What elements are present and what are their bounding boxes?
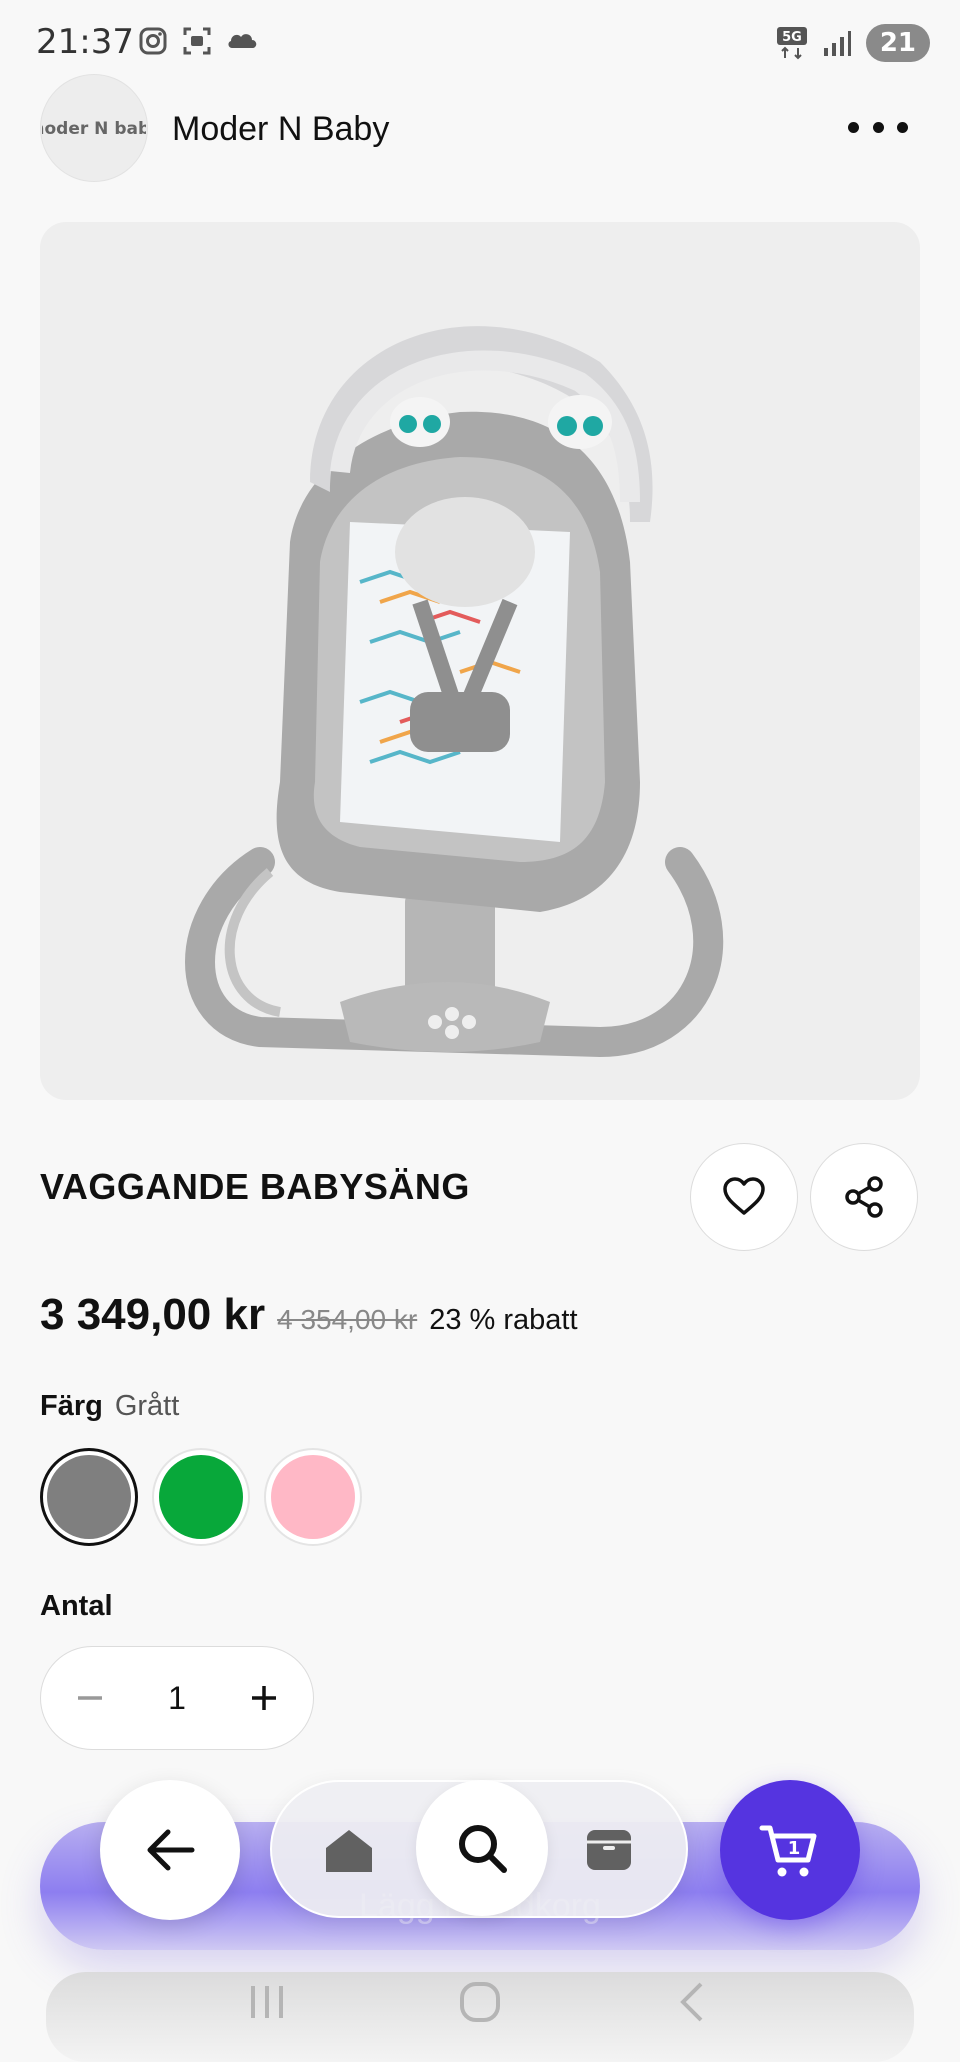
store-logo[interactable]: moder N baby [40, 74, 148, 182]
cart-icon: 1 [759, 1825, 817, 1877]
instagram-icon [139, 27, 167, 55]
network-5g-icon: 5G [776, 27, 807, 60]
battery-indicator: 21 [865, 24, 930, 62]
product-title: VAGGANDE BABYSÄNG [40, 1166, 470, 1207]
store-name[interactable]: Moder N Baby [172, 110, 389, 149]
color-label-row: Färg Grått [40, 1390, 179, 1423]
color-label: Färg [40, 1390, 103, 1422]
price-current: 3 349,00 kr [40, 1290, 266, 1339]
search-button[interactable] [416, 1780, 548, 1916]
price-original: 4 354,00 kr [277, 1304, 418, 1335]
camera-scan-icon [183, 27, 211, 55]
more-options-button[interactable] [848, 112, 908, 142]
cart-button[interactable]: 1 [720, 1780, 860, 1920]
quantity-stepper: 1 [40, 1646, 314, 1750]
more-dot-icon [872, 121, 884, 133]
back-system-icon[interactable] [671, 1980, 715, 2024]
home-button[interactable] [322, 1826, 376, 1881]
plus-icon[interactable] [249, 1683, 279, 1713]
home-icon [326, 1830, 372, 1872]
box-icon [587, 1830, 631, 1870]
color-swatches [40, 1448, 362, 1546]
swatch-fill [271, 1455, 355, 1539]
swatch-fill [47, 1455, 131, 1539]
quantity-label: Antal [40, 1590, 113, 1622]
home-system-icon[interactable] [458, 1980, 502, 2024]
status-notification-icons [138, 26, 260, 56]
more-dot-icon [897, 121, 908, 133]
share-button[interactable] [810, 1143, 918, 1251]
quantity-value: 1 [168, 1679, 186, 1716]
cart-count: 1 [788, 1838, 801, 1859]
store-logo-image: moder N baby [42, 119, 146, 139]
bottom-nav-pill [270, 1780, 688, 1918]
cloud-icon [228, 34, 257, 48]
status-system-icons: 5G 21 [776, 24, 930, 62]
status-time: 21:37 [36, 22, 134, 62]
svg-text:moder N baby: moder N baby [42, 119, 146, 139]
minus-icon[interactable] [75, 1683, 105, 1713]
color-swatch-gray[interactable] [40, 1448, 138, 1546]
system-nav-icons [0, 1972, 960, 2032]
discount-label: 23 % rabatt [429, 1304, 578, 1336]
back-button[interactable] [100, 1780, 240, 1920]
swatch-fill [159, 1455, 243, 1539]
color-swatch-green[interactable] [152, 1448, 250, 1546]
orders-button[interactable] [584, 1826, 634, 1879]
color-selected-value: Grått [114, 1390, 180, 1422]
signal-icon [823, 31, 851, 56]
svg-text:5G: 5G [782, 30, 802, 45]
store-header: moder N baby Moder N Baby [0, 74, 960, 184]
heart-icon [723, 1177, 765, 1215]
recent-apps-icon[interactable] [245, 1982, 289, 2022]
arrow-left-icon [147, 1829, 195, 1871]
color-swatch-pink[interactable] [264, 1448, 362, 1546]
more-dot-icon [848, 121, 859, 133]
share-icon [845, 1176, 883, 1218]
search-icon [459, 1825, 507, 1873]
baby-swing-illustration [185, 326, 724, 1058]
product-image[interactable] [40, 222, 920, 1100]
wishlist-button[interactable] [690, 1143, 798, 1251]
status-bar: 21:37 5G 21 [0, 0, 960, 84]
price-row: 3 349,00 kr 4 354,00 kr 23 % rabatt [40, 1290, 578, 1340]
